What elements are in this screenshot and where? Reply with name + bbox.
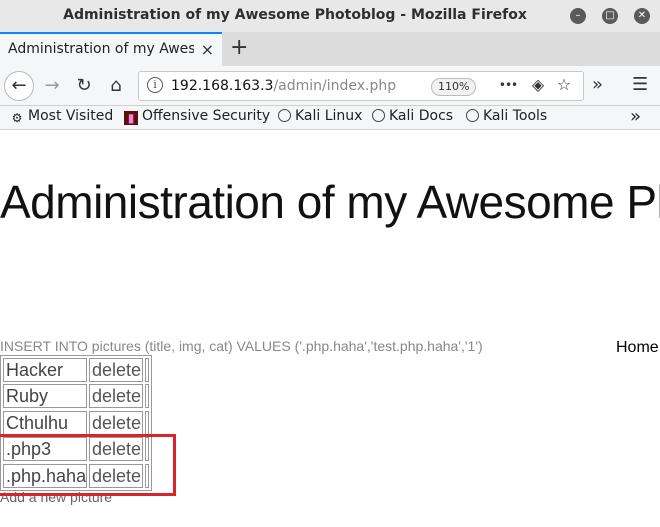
globe-icon xyxy=(278,109,291,122)
navigation-toolbar: ← → ↻ ⌂ i 192.168.163.3/admin/index.php … xyxy=(0,66,660,106)
bookmarks-toolbar: ⚙ Most Visited ▮ Offensive Security Kali L… xyxy=(0,106,660,130)
bookmark-offensive-security[interactable]: ▮ Offensive Security xyxy=(124,108,270,125)
maximize-button[interactable]: □ xyxy=(602,8,618,24)
reload-button[interactable]: ↻ xyxy=(70,72,98,100)
url-path: /admin/index.php xyxy=(273,78,397,94)
bookmark-star-icon[interactable]: ☆ xyxy=(553,75,575,94)
home-link[interactable]: Home xyxy=(616,339,659,357)
toolbar-overflow-icon[interactable]: » xyxy=(592,74,603,95)
tab-admin-photoblog[interactable]: Administration of my Awesome Photoblog × xyxy=(0,32,222,66)
forward-button[interactable]: → xyxy=(38,72,66,100)
zoom-level-badge[interactable]: 110% xyxy=(431,78,477,96)
picture-title: Ruby xyxy=(3,384,87,409)
bookmark-kali-linux[interactable]: Kali Linux xyxy=(278,108,362,124)
site-info-icon[interactable]: i xyxy=(147,77,163,93)
table-row: Hacker delete xyxy=(2,357,150,383)
url-bar[interactable]: i 192.168.163.3/admin/index.php 110% •••… xyxy=(138,71,584,101)
bookmark-kali-docs[interactable]: Kali Docs xyxy=(372,108,453,124)
table-row: Ruby delete xyxy=(2,383,150,409)
highlight-annotation-box xyxy=(0,434,176,496)
gear-icon: ⚙ xyxy=(11,111,23,125)
bookmark-label: Kali Linux xyxy=(295,108,363,124)
empty-cell xyxy=(145,358,149,382)
globe-icon xyxy=(466,109,479,122)
page-title: Administration of my Awesome Photoblog xyxy=(0,176,660,228)
page-content: Administration of my Awesome Photoblog H… xyxy=(0,131,660,527)
tab-label: Administration of my Awesome Photoblog xyxy=(8,41,194,57)
hamburger-menu-icon[interactable]: ☰ xyxy=(632,74,648,95)
delete-link[interactable]: delete xyxy=(89,410,143,435)
url-text[interactable]: 192.168.163.3/admin/index.php xyxy=(171,78,396,94)
home-button[interactable]: ⌂ xyxy=(102,72,130,100)
bookmark-kali-tools[interactable]: Kali Tools xyxy=(466,108,547,124)
close-window-button[interactable]: ✕ xyxy=(634,8,650,24)
bookmark-label: Kali Docs xyxy=(389,108,454,124)
back-button[interactable]: ← xyxy=(4,71,34,101)
window-titlebar: Administration of my Awesome Photoblog -… xyxy=(0,0,660,32)
delete-link[interactable]: delete xyxy=(89,358,143,382)
tab-strip: Administration of my Awesome Photoblog ×… xyxy=(0,32,660,66)
pocket-icon[interactable]: ◈ xyxy=(527,75,549,94)
tab-close-icon[interactable]: × xyxy=(201,40,214,59)
offsec-icon: ▮ xyxy=(124,111,138,125)
url-host: 192.168.163.3 xyxy=(171,78,274,94)
delete-link[interactable]: delete xyxy=(89,384,143,409)
sql-debug-message: INSERT INTO pictures (title, img, cat) V… xyxy=(0,338,483,354)
empty-cell xyxy=(145,410,149,435)
globe-icon xyxy=(372,109,385,122)
bookmark-label: Kali Tools xyxy=(483,108,548,124)
bookmark-label: Most Visited xyxy=(28,108,114,124)
table-row: Cthulhu delete xyxy=(2,410,150,436)
empty-cell xyxy=(145,384,149,409)
picture-title: Hacker xyxy=(3,358,87,382)
window-title: Administration of my Awesome Photoblog -… xyxy=(63,7,527,23)
minimize-button[interactable]: – xyxy=(570,8,586,24)
picture-title: Cthulhu xyxy=(3,410,87,435)
bookmark-most-visited[interactable]: ⚙ Most Visited xyxy=(10,108,114,125)
bookmarks-overflow-icon[interactable]: » xyxy=(630,106,641,127)
bookmark-label: Offensive Security xyxy=(142,108,271,124)
page-actions-icon[interactable]: ••• xyxy=(497,78,519,92)
new-tab-button[interactable]: + xyxy=(230,35,248,60)
